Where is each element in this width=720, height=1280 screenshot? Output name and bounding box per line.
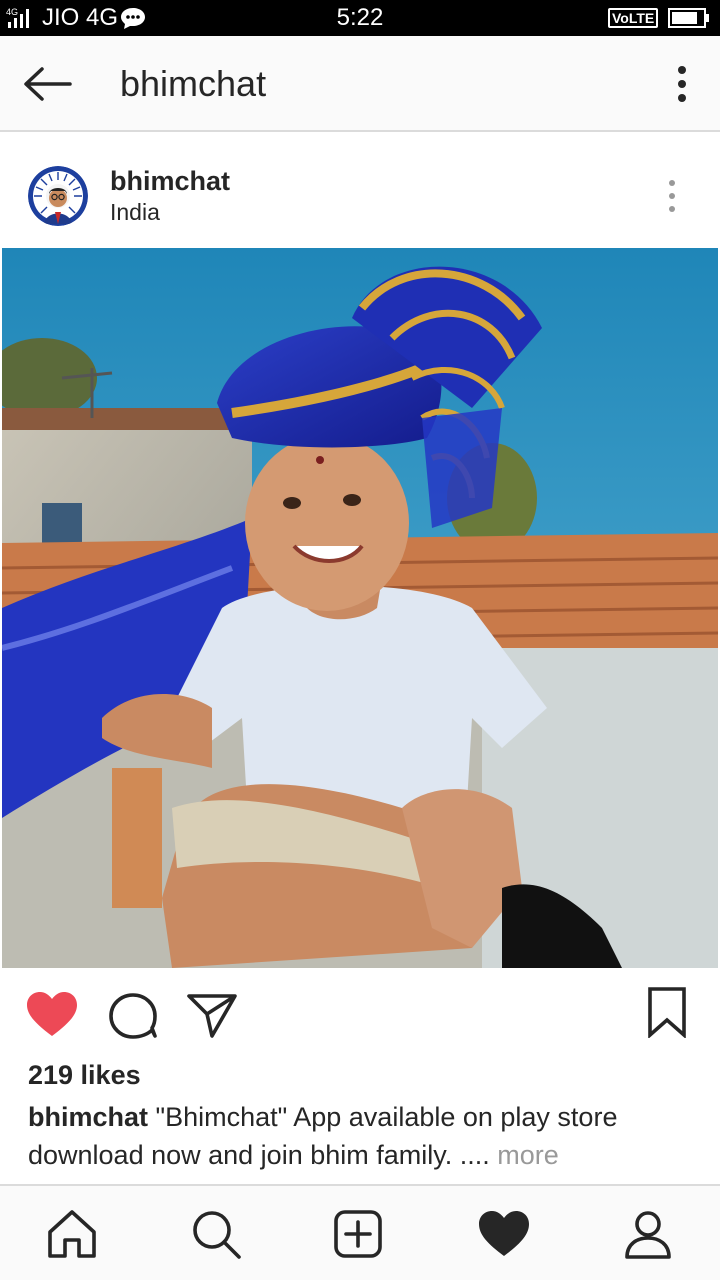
back-arrow-icon[interactable]	[18, 60, 78, 108]
more-vertical-icon[interactable]	[664, 62, 700, 106]
like-count[interactable]: 219 likes	[28, 1058, 141, 1092]
page-title: bhimchat	[120, 63, 267, 104]
volte-badge: VoLTE	[608, 8, 659, 28]
bottom-nav	[0, 1184, 720, 1280]
share-direct-icon[interactable]	[186, 990, 238, 1040]
home-icon[interactable]	[44, 1206, 100, 1262]
caption-username[interactable]: bhimchat	[28, 1102, 148, 1132]
caption-more-link[interactable]: more	[490, 1140, 559, 1170]
post-location[interactable]: India	[110, 198, 160, 226]
bookmark-icon[interactable]	[644, 986, 690, 1038]
comment-icon[interactable]	[106, 990, 160, 1040]
like-heart-icon[interactable]	[24, 990, 80, 1040]
profile-icon[interactable]	[620, 1206, 676, 1262]
post-username[interactable]: bhimchat	[110, 164, 230, 198]
add-post-icon[interactable]	[330, 1206, 386, 1262]
activity-heart-icon[interactable]	[476, 1206, 532, 1262]
battery-icon	[668, 8, 709, 28]
post-photo-illustration	[2, 248, 718, 968]
app-header: bhimchat	[0, 36, 720, 132]
post-caption: bhimchat "Bhimchat" App available on pla…	[28, 1098, 698, 1174]
post-photo[interactable]	[2, 248, 718, 968]
status-bar: 4G JIO 4G 5:22 VoLTE	[0, 0, 720, 36]
search-icon[interactable]	[188, 1206, 244, 1262]
avatar[interactable]	[28, 166, 88, 226]
post-header: bhimchat India	[0, 134, 720, 246]
post-actions	[0, 968, 720, 1058]
post-options-icon[interactable]	[652, 176, 692, 216]
